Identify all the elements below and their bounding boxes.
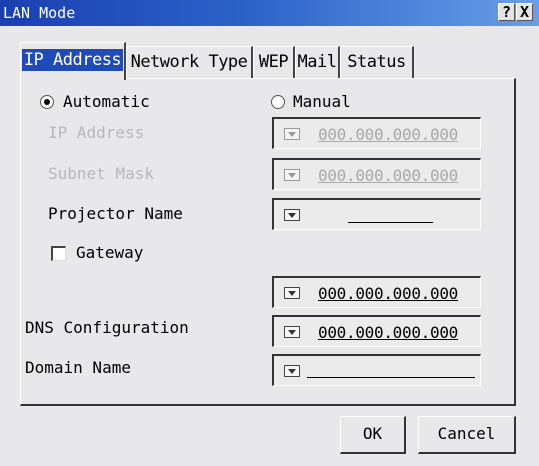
ok-button[interactable]: OK bbox=[340, 416, 406, 454]
projector-name-field[interactable] bbox=[272, 198, 481, 230]
gateway-label: Gateway bbox=[76, 243, 144, 262]
projector-name-label: Projector Name bbox=[48, 204, 183, 223]
dns-configuration-value: 000.000.000.000 bbox=[318, 323, 458, 342]
projector-name-blank-line bbox=[348, 222, 433, 223]
domain-name-blank-line bbox=[307, 377, 475, 378]
dns-dropdown-icon[interactable] bbox=[284, 326, 300, 338]
automatic-radio[interactable] bbox=[40, 95, 54, 109]
automatic-label: Automatic bbox=[63, 92, 150, 111]
subnet-mask-dropdown-icon bbox=[284, 169, 300, 181]
title-bar: LAN Mode ? X bbox=[0, 0, 539, 26]
gateway-value: 000.000.000.000 bbox=[318, 284, 458, 303]
subnet-mask-field: 000.000.000.000 bbox=[272, 158, 481, 190]
window-title: LAN Mode bbox=[3, 4, 76, 22]
gateway-dropdown-icon[interactable] bbox=[284, 287, 300, 299]
cancel-button[interactable]: Cancel bbox=[418, 416, 516, 454]
dns-configuration-label: DNS Configuration bbox=[25, 318, 189, 337]
subnet-mask-label: Subnet Mask bbox=[48, 164, 154, 183]
ip-address-dropdown-icon bbox=[284, 128, 300, 140]
tab-ip-address-label: IP Address bbox=[21, 49, 124, 71]
gateway-checkbox[interactable] bbox=[51, 246, 66, 261]
subnet-mask-value: 000.000.000.000 bbox=[318, 166, 458, 185]
tab-mail[interactable]: Mail bbox=[295, 46, 340, 78]
tab-network-type[interactable]: Network Type bbox=[126, 46, 253, 78]
manual-label: Manual bbox=[293, 92, 351, 111]
tab-status[interactable]: Status bbox=[340, 46, 414, 78]
domain-name-field[interactable] bbox=[272, 354, 481, 386]
tab-wep-label: WEP bbox=[258, 52, 289, 72]
close-button[interactable]: X bbox=[516, 3, 533, 21]
lan-mode-dialog: LAN Mode ? X IP Address Network Type WEP… bbox=[0, 0, 539, 466]
tab-ip-address[interactable]: IP Address bbox=[20, 42, 126, 80]
tab-wep[interactable]: WEP bbox=[253, 46, 295, 78]
dns-configuration-field[interactable]: 000.000.000.000 bbox=[272, 315, 481, 347]
projector-name-dropdown-icon[interactable] bbox=[284, 209, 300, 221]
ip-address-field: 000.000.000.000 bbox=[272, 117, 481, 149]
gateway-field[interactable]: 000.000.000.000 bbox=[272, 276, 481, 308]
domain-name-label: Domain Name bbox=[25, 358, 131, 377]
manual-radio[interactable] bbox=[271, 95, 285, 109]
tab-network-type-label: Network Type bbox=[130, 52, 248, 72]
tab-mail-label: Mail bbox=[297, 52, 337, 72]
domain-name-dropdown-icon[interactable] bbox=[284, 365, 300, 377]
ip-address-value: 000.000.000.000 bbox=[318, 125, 458, 144]
tab-status-label: Status bbox=[347, 52, 406, 72]
ip-address-label: IP Address bbox=[48, 123, 145, 142]
help-button[interactable]: ? bbox=[498, 3, 515, 21]
